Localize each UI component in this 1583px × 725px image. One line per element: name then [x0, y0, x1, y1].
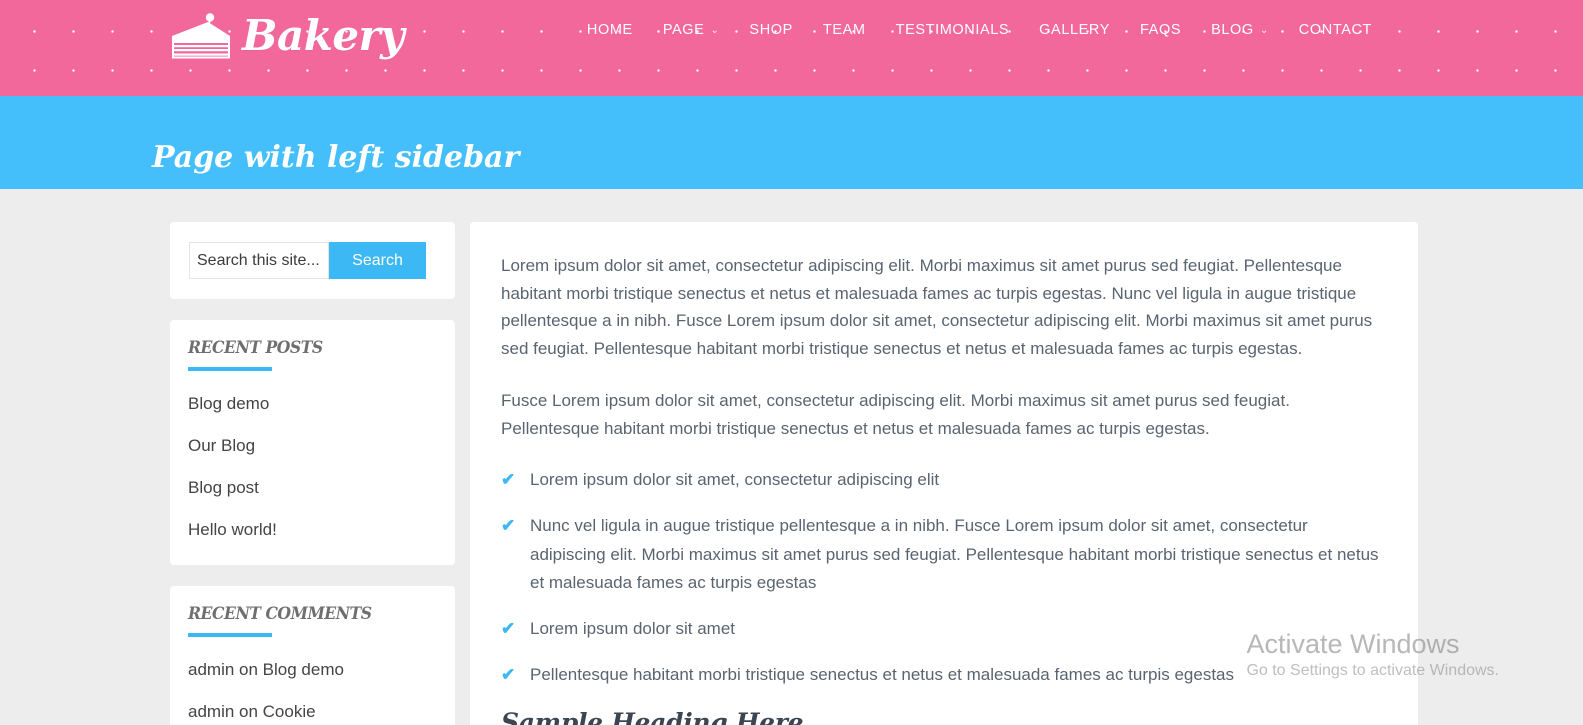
nav-item-contact[interactable]: CONTACT — [1284, 22, 1387, 38]
nav-label: SHOP — [749, 22, 793, 38]
checklist-item: ✔ Lorem ipsum dolor sit amet, consectetu… — [501, 466, 1387, 494]
check-icon: ✔ — [501, 516, 516, 536]
widget-title-recent-posts: RECENT POSTS — [188, 338, 323, 358]
widget-title-recent-comments: RECENT COMMENTS — [188, 604, 372, 624]
search-form: Search — [189, 242, 436, 279]
list-item[interactable]: Hello world! — [188, 513, 437, 547]
nav-item-home[interactable]: HOME — [572, 22, 648, 38]
nav-label: TESTIMONIALS — [895, 22, 1010, 38]
nav-label: FAQS — [1140, 22, 1182, 38]
check-icon: ✔ — [501, 619, 516, 639]
checklist-text: Lorem ipsum dolor sit amet, consectetur … — [530, 470, 940, 490]
nav-item-blog[interactable]: BLOG ⌄ — [1196, 22, 1284, 38]
checklist-item: ✔ Nunc vel ligula in augue tristique pel… — [501, 512, 1387, 597]
main-content-card: Lorem ipsum dolor sit amet, consectetur … — [470, 222, 1418, 725]
nav-item-faqs[interactable]: FAQS — [1125, 22, 1196, 38]
nav-item-team[interactable]: TEAM — [808, 22, 881, 38]
logo-text: Bakery — [242, 11, 405, 60]
recent-posts-list: Blog demo Our Blog Blog post Hello world… — [188, 387, 437, 547]
chevron-down-icon: ⌄ — [710, 25, 720, 36]
title-underline — [188, 367, 272, 371]
content-paragraph: Fusce Lorem ipsum dolor sit amet, consec… — [501, 390, 1290, 438]
check-icon: ✔ — [501, 665, 516, 685]
nav-label: TEAM — [822, 22, 866, 38]
nav-label: BLOG — [1211, 22, 1254, 38]
recent-post-link[interactable]: Blog demo — [188, 394, 269, 413]
checklist-text: Nunc vel ligula in augue tristique pelle… — [530, 516, 1379, 592]
check-icon: ✔ — [501, 470, 516, 490]
list-item[interactable]: admin on Blog demo — [188, 653, 437, 687]
title-underline — [188, 633, 272, 637]
checklist-item: ✔ Lorem ipsum dolor sit amet — [501, 615, 1387, 643]
nav-item-testimonials[interactable]: TESTIMONIALS — [881, 22, 1025, 38]
recent-post-link[interactable]: Blog post — [188, 478, 259, 497]
search-button[interactable]: Search — [329, 242, 426, 279]
checklist-text: Lorem ipsum dolor sit amet — [530, 619, 736, 639]
checklist: ✔ Lorem ipsum dolor sit amet, consectetu… — [501, 466, 1387, 689]
main-navigation: HOME PAGE ⌄ SHOP TEAM TESTIMONIALS GALLE… — [572, 22, 1387, 38]
cake-slice-icon — [168, 10, 234, 62]
chevron-down-icon: ⌄ — [1259, 25, 1269, 36]
nav-item-page[interactable]: PAGE ⌄ — [648, 22, 735, 38]
list-item[interactable]: Blog post — [188, 471, 437, 505]
left-sidebar: Search RECENT POSTS Blog demo Our Blog B… — [170, 222, 455, 725]
search-input[interactable] — [189, 242, 329, 279]
widget-recent-posts: RECENT POSTS Blog demo Our Blog Blog pos… — [170, 320, 455, 565]
sample-heading: Sample Heading Here — [501, 707, 804, 725]
recent-post-link[interactable]: Our Blog — [188, 436, 255, 455]
recent-post-link[interactable]: Hello world! — [188, 520, 277, 539]
nav-label: CONTACT — [1298, 22, 1372, 38]
nav-label: GALLERY — [1039, 22, 1111, 38]
page-root: Bakery HOME PAGE ⌄ SHOP TEAM TESTIMONIAL… — [0, 0, 1583, 725]
page-title: Page with left sidebar — [152, 140, 520, 176]
list-item[interactable]: admin on Cookie — [188, 695, 437, 725]
recent-comments-list: admin on Blog demo admin on Cookie A Wor… — [188, 653, 437, 725]
site-logo[interactable]: Bakery — [168, 10, 405, 62]
checklist-text: Pellentesque habitant morbi tristique se… — [530, 665, 1235, 685]
checklist-item: ✔ Pellentesque habitant morbi tristique … — [501, 661, 1387, 689]
nav-item-gallery[interactable]: GALLERY — [1024, 22, 1125, 38]
nav-label: HOME — [586, 22, 633, 38]
content-paragraph: Lorem ipsum dolor sit amet, consectetur … — [501, 256, 1373, 359]
widget-search: Search — [170, 222, 455, 299]
widget-recent-comments: RECENT COMMENTS admin on Blog demo admin… — [170, 586, 455, 725]
list-item[interactable]: Blog demo — [188, 387, 437, 421]
site-header: Bakery HOME PAGE ⌄ SHOP TEAM TESTIMONIAL… — [0, 0, 1583, 96]
list-item[interactable]: Our Blog — [188, 429, 437, 463]
nav-label: PAGE — [662, 22, 705, 38]
header-inner: Bakery HOME PAGE ⌄ SHOP TEAM TESTIMONIAL… — [0, 0, 1583, 88]
nav-item-shop[interactable]: SHOP — [734, 22, 808, 38]
content-area: Search RECENT POSTS Blog demo Our Blog B… — [0, 189, 1583, 725]
